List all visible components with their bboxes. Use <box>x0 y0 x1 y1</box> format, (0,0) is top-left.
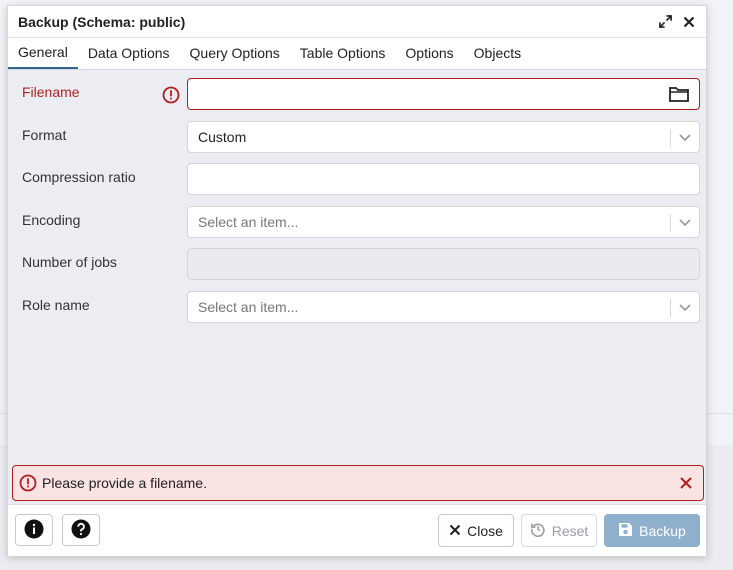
tab-query-options[interactable]: Query Options <box>180 37 290 69</box>
backup-dialog: Backup (Schema: public) General Data Opt… <box>7 5 707 556</box>
select-separator <box>670 298 671 317</box>
chevron-down-icon[interactable] <box>678 130 692 144</box>
encoding-placeholder: Select an item... <box>198 213 299 230</box>
chevron-down-icon[interactable] <box>678 300 692 314</box>
dialog-titlebar: Backup (Schema: public) <box>8 6 706 38</box>
tab-general[interactable]: General <box>8 37 78 69</box>
role-placeholder: Select an item... <box>198 298 299 315</box>
tab-objects[interactable]: Objects <box>464 37 531 69</box>
format-select[interactable]: Custom <box>187 120 700 153</box>
tab-data-options[interactable]: Data Options <box>78 37 180 69</box>
format-row: Format Custom <box>8 120 706 164</box>
role-label: Role name <box>22 296 90 313</box>
encoding-select[interactable]: Select an item... <box>187 205 700 238</box>
help-icon <box>71 519 91 542</box>
jobs-row: Number of jobs <box>8 248 706 291</box>
general-form: Filename Format Custom Compression ratio… <box>8 70 706 333</box>
encoding-label: Encoding <box>22 211 81 228</box>
close-icon[interactable] <box>682 15 696 29</box>
filename-input[interactable] <box>187 78 700 110</box>
close-icon <box>449 523 461 539</box>
select-separator <box>670 213 671 232</box>
info-button[interactable] <box>15 514 53 546</box>
reset-icon <box>530 521 546 540</box>
close-button[interactable]: Close <box>438 514 514 547</box>
tab-bar: General Data Options Query Options Table… <box>8 38 706 70</box>
expand-icon[interactable] <box>658 15 672 29</box>
backup-button-label: Backup <box>639 522 686 539</box>
alert-message: Please provide a filename. <box>42 475 207 491</box>
backup-button[interactable]: Backup <box>604 514 700 547</box>
dialog-title: Backup (Schema: public) <box>18 13 186 30</box>
dialog-footer: Close Reset Backup <box>8 504 706 556</box>
reset-button-label: Reset <box>551 522 589 539</box>
error-alert: Please provide a filename. <box>12 465 704 501</box>
role-select[interactable]: Select an item... <box>187 290 700 323</box>
tab-options[interactable]: Options <box>395 37 463 69</box>
compression-input[interactable] <box>187 163 700 195</box>
folder-icon[interactable] <box>668 85 690 103</box>
help-button[interactable] <box>62 514 100 546</box>
select-separator <box>670 128 671 147</box>
error-circle-icon <box>162 86 180 104</box>
info-icon <box>24 519 44 542</box>
reset-button[interactable]: Reset <box>521 514 597 547</box>
close-button-label: Close <box>467 522 503 539</box>
error-circle-icon <box>19 474 37 492</box>
close-icon[interactable] <box>679 476 693 490</box>
jobs-input[interactable] <box>187 248 700 280</box>
compression-row: Compression ratio <box>8 163 706 206</box>
format-value: Custom <box>198 128 247 145</box>
format-label: Format <box>22 126 67 143</box>
filename-row: Filename <box>8 78 706 121</box>
encoding-row: Encoding Select an item... <box>8 205 706 249</box>
save-icon <box>618 522 633 540</box>
chevron-down-icon[interactable] <box>678 215 692 229</box>
jobs-label: Number of jobs <box>22 254 117 270</box>
tab-table-options[interactable]: Table Options <box>290 37 396 69</box>
compression-label: Compression ratio <box>22 169 136 185</box>
filename-label: Filename <box>22 84 80 100</box>
role-row: Role name Select an item... <box>8 290 706 334</box>
